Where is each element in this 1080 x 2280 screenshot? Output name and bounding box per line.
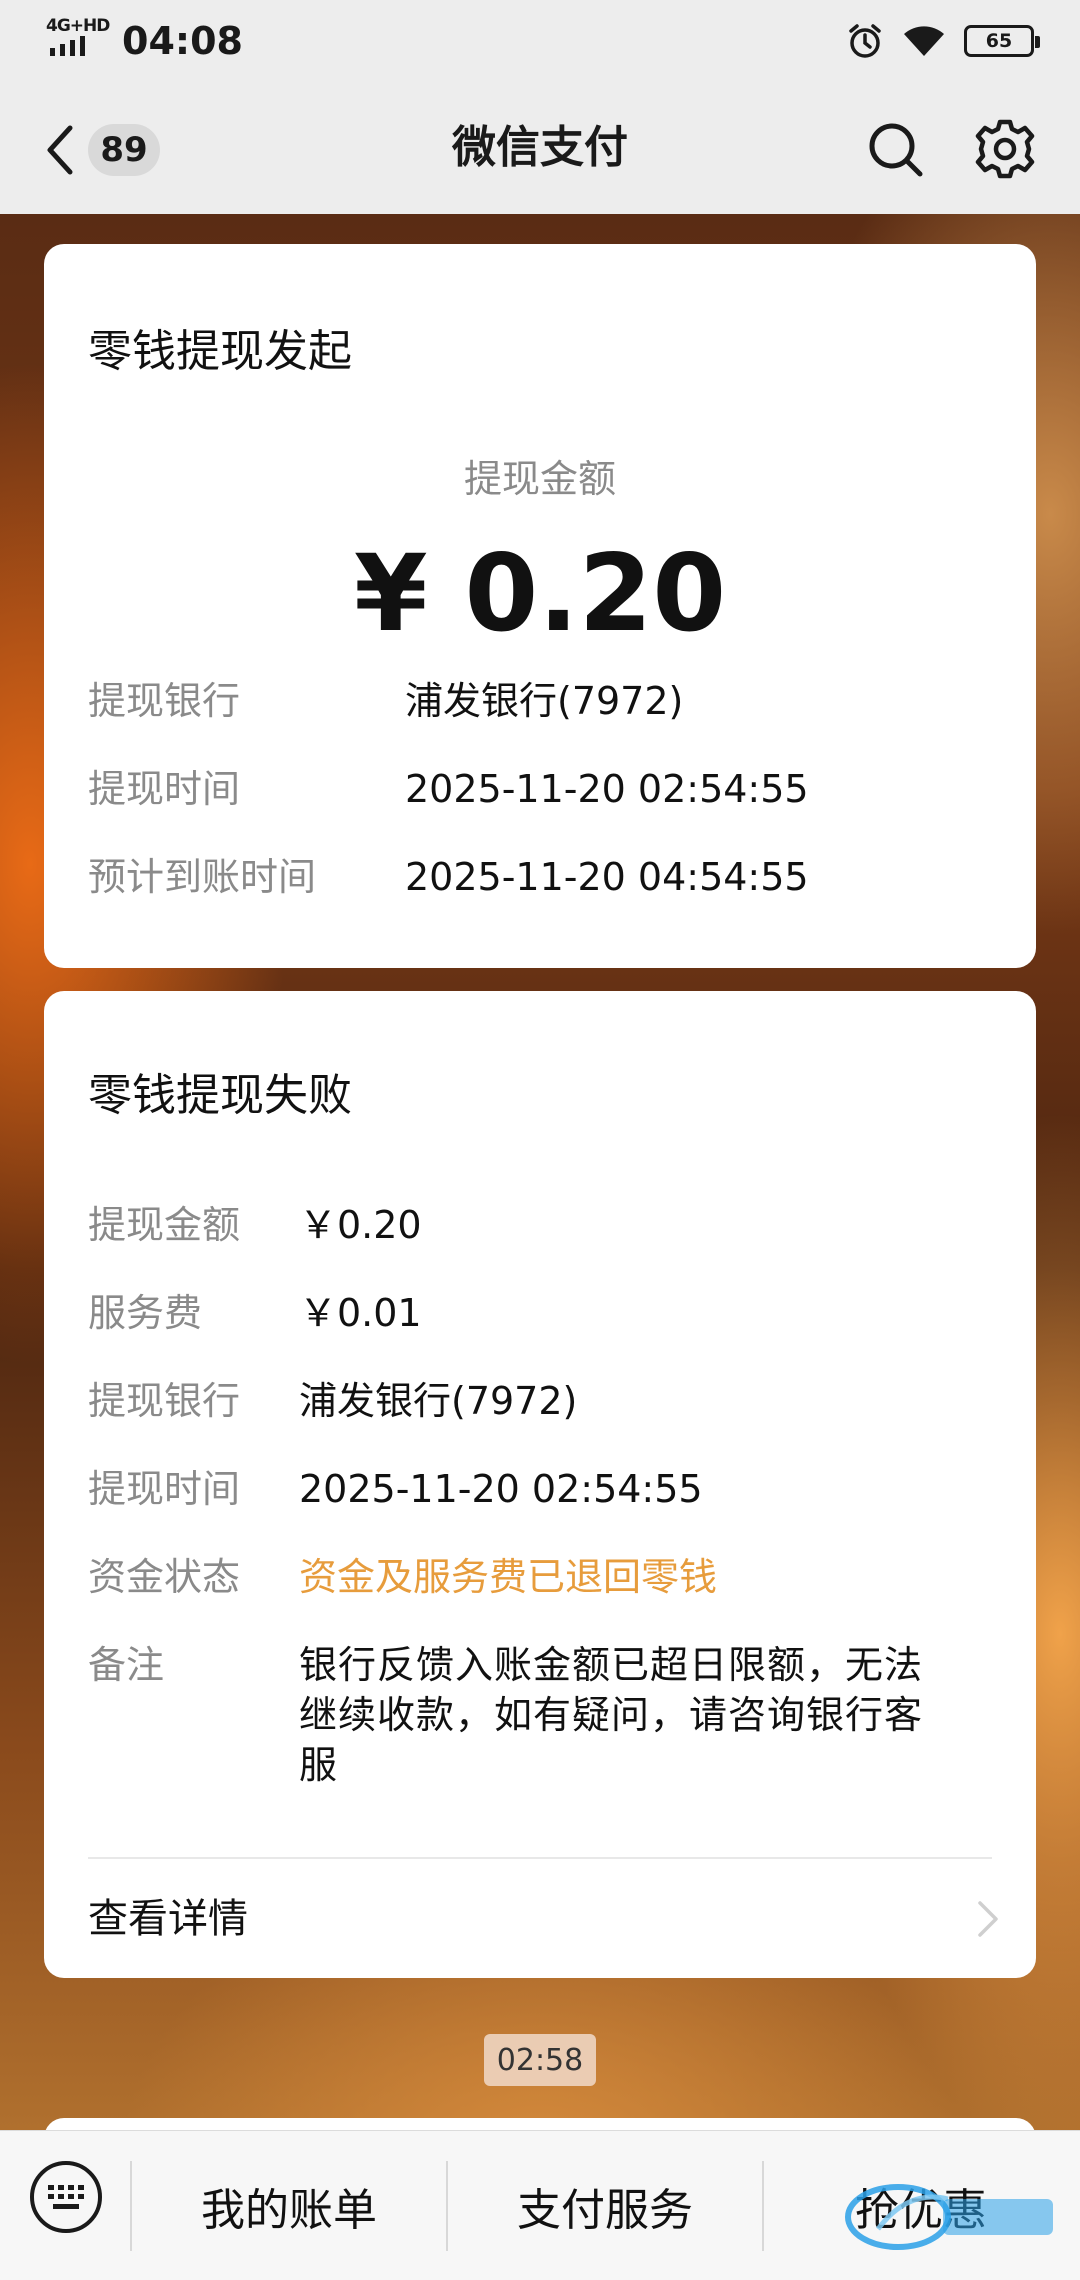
status-bar: 4G+HD 04:08 65 [0, 0, 1080, 84]
network-type: 4G+HD [46, 16, 110, 36]
service-fee-value: ￥0.01 [299, 1291, 422, 1335]
battery-icon: 65 [964, 25, 1040, 57]
fund-status-label: 资金状态 [88, 1555, 241, 1599]
withdrawal-failed-card[interactable]: 零钱提现失败 提现金额 ￥0.20 服务费 ￥0.01 提现银行 浦发银行(79… [44, 991, 1036, 1978]
wifi-icon [904, 26, 944, 56]
view-details-link[interactable]: 查看详情 [44, 1859, 1036, 1978]
status-time: 04:08 [122, 19, 243, 63]
settings-gear-icon[interactable] [974, 118, 1036, 180]
remark-line: 继续收款，如有疑问，请咨询银行客 [299, 1693, 924, 1737]
withdraw-time-value: 2025-11-20 02:54:55 [299, 1467, 703, 1511]
bank-label: 提现银行 [88, 1379, 241, 1423]
keyboard-icon[interactable] [28, 2159, 104, 2235]
withdraw-time-label: 提现时间 [88, 1467, 241, 1511]
withdrawal-initiated-card[interactable]: 零钱提现发起 提现金额 ¥ 0.20 提现银行 浦发银行(7972) 提现时间 … [44, 244, 1036, 968]
remark-value: 银行反馈入账金额已超日限额，无法 继续收款，如有疑问，请咨询银行客 服 [299, 1640, 999, 1790]
card-title: 零钱提现失败 [88, 1070, 352, 1121]
watermark-logo [845, 2184, 1053, 2250]
signal-icon [50, 36, 85, 56]
amount-label: 提现金额 [88, 1203, 241, 1247]
card-title: 零钱提现发起 [88, 326, 352, 377]
menu-payment-services[interactable]: 支付服务 [448, 2131, 762, 2280]
amount-value: ￥0.20 [299, 1203, 422, 1247]
nav-bar: 89 微信支付 [0, 84, 1080, 214]
expected-arrival-label: 预计到账时间 [88, 855, 317, 899]
expected-arrival-value: 2025-11-20 04:54:55 [405, 855, 809, 899]
bottom-menu-bar: 我的账单 支付服务 抢优惠 [0, 2130, 1080, 2280]
menu-my-bills[interactable]: 我的账单 [132, 2131, 446, 2280]
amount-label: 提现金额 [463, 457, 616, 501]
search-icon[interactable] [866, 120, 926, 180]
remark-line: 银行反馈入账金额已超日限额，无法 [299, 1643, 924, 1687]
withdraw-time-value: 2025-11-20 02:54:55 [405, 767, 809, 811]
withdraw-time-label: 提现时间 [88, 767, 241, 811]
bank-value: 浦发银行(7972) [405, 679, 684, 723]
view-details-label: 查看详情 [88, 1896, 248, 1942]
message-timestamp: 02:58 [484, 2034, 596, 2086]
remark-label: 备注 [88, 1643, 165, 1687]
bank-value: 浦发银行(7972) [299, 1379, 578, 1423]
remark-line: 服 [299, 1743, 339, 1787]
fund-status-value: 资金及服务费已退回零钱 [299, 1555, 718, 1599]
service-fee-label: 服务费 [88, 1291, 203, 1335]
bank-label: 提现银行 [88, 679, 241, 723]
alarm-icon [849, 24, 881, 58]
amount-value: ¥ 0.20 [353, 532, 727, 655]
chevron-right-icon [978, 1901, 998, 1937]
